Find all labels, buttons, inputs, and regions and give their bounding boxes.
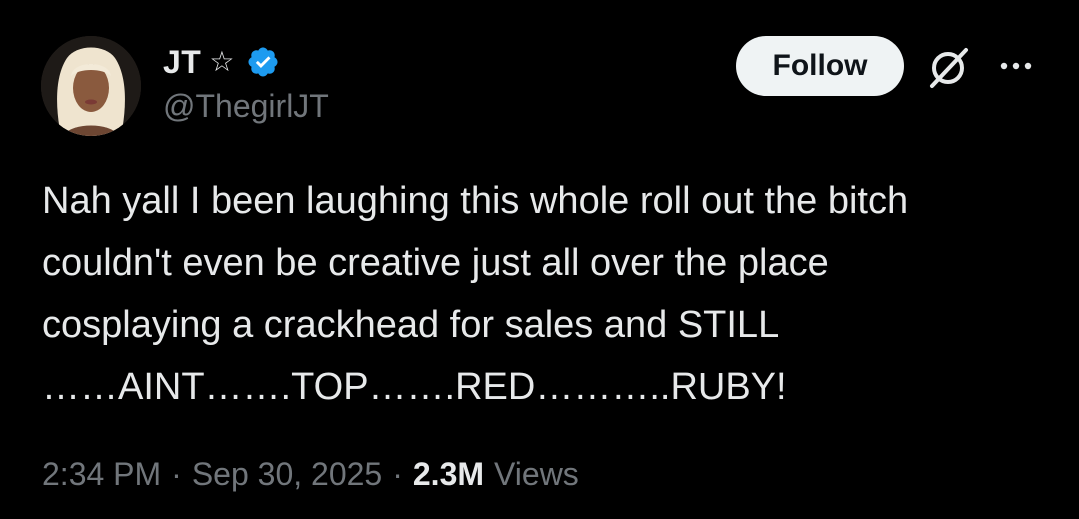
follow-button[interactable]: Follow xyxy=(736,36,904,96)
star-icon: ☆ xyxy=(209,46,235,77)
meta-separator: · xyxy=(392,455,403,492)
avatar[interactable] xyxy=(41,36,141,136)
display-name[interactable]: JT xyxy=(163,44,201,81)
views-count: 2.3M xyxy=(412,455,485,492)
more-options-icon[interactable] xyxy=(996,52,1036,80)
tweet-line: cosplaying a crackhead for sales and STI… xyxy=(42,304,780,346)
avatar-photo xyxy=(41,36,141,136)
tweet-date[interactable]: Sep 30, 2025 xyxy=(192,456,382,493)
grok-icon[interactable] xyxy=(924,44,972,90)
tweet-line: ……AINT…….TOP…….RED………..RUBY! xyxy=(42,366,787,408)
tweet-line: couldn't even be creative just all over … xyxy=(42,242,829,284)
meta-separator: · xyxy=(171,455,182,492)
author-handle[interactable]: @ThegirlJT xyxy=(163,88,329,125)
tweet-text: Nah yall I been laughing this whole roll… xyxy=(42,170,1052,418)
views-label: Views xyxy=(494,455,579,492)
tweet-time[interactable]: 2:34 PM xyxy=(42,456,161,493)
verified-badge-icon[interactable] xyxy=(246,45,280,79)
tweet-meta: 2:34 PM · Sep 30, 2025 · 2.3M Views xyxy=(42,452,579,496)
tweet-line: Nah yall I been laughing this whole roll… xyxy=(42,180,909,222)
author-name-row: JT ☆ xyxy=(163,40,280,84)
